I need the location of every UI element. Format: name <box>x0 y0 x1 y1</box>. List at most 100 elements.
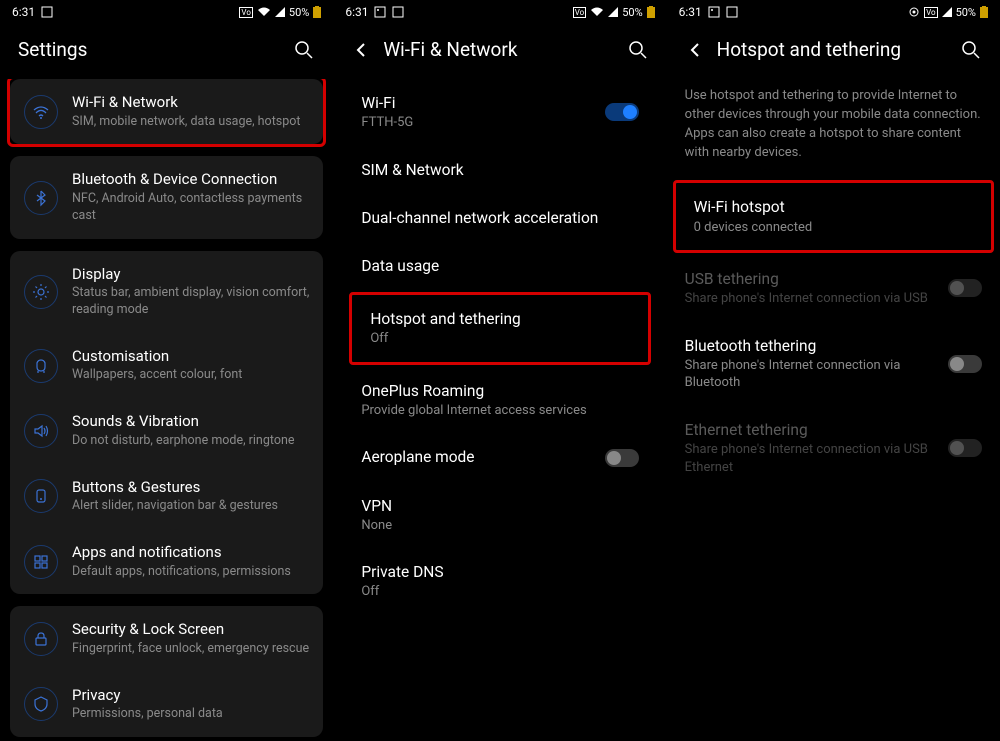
settings-item-sounds[interactable]: Sounds & Vibration Do not disturb, earph… <box>10 398 323 463</box>
bluetooth-tethering-toggle[interactable] <box>948 355 982 373</box>
item-title: Bluetooth & Device Connection <box>72 170 309 190</box>
screenshot-icon <box>41 6 53 18</box>
buttons-icon <box>24 479 58 513</box>
search-icon[interactable] <box>293 40 315 60</box>
item-bluetooth-tethering[interactable]: Bluetooth tethering Share phone's Intern… <box>667 322 1000 406</box>
item-title: Wi-Fi & Network <box>72 93 309 113</box>
item-hotspot-tethering[interactable]: Hotspot and tethering Off <box>352 295 647 362</box>
item-oneplus-roaming[interactable]: OnePlus Roaming Provide global Internet … <box>343 367 656 434</box>
wifi-toggle[interactable] <box>605 103 639 121</box>
item-wifi[interactable]: Wi-Fi FTTH-5G <box>343 79 656 146</box>
ethernet-tethering-toggle <box>948 439 982 457</box>
item-sub: Share phone's Internet connection via Bl… <box>685 357 948 392</box>
search-icon[interactable] <box>960 40 982 60</box>
item-title: Buttons & Gestures <box>72 478 309 498</box>
settings-item-bluetooth[interactable]: Bluetooth & Device Connection NFC, Andro… <box>10 156 323 238</box>
page-title: Wi-Fi & Network <box>383 38 626 61</box>
settings-item-apps[interactable]: Apps and notifications Default apps, not… <box>10 529 323 594</box>
item-title: Customisation <box>72 347 309 367</box>
item-title: Sounds & Vibration <box>72 412 309 432</box>
item-sub: Alert slider, navigation bar & gestures <box>72 498 309 515</box>
item-sub: Off <box>370 330 629 348</box>
page-title: Hotspot and tethering <box>717 38 960 61</box>
status-bar: 6:31 Vo 50% <box>0 0 333 24</box>
item-sub: NFC, Android Auto, contactless payments … <box>72 191 309 225</box>
bluetooth-icon <box>24 181 58 215</box>
item-vpn[interactable]: VPN None <box>343 482 656 549</box>
settings-item-buttons[interactable]: Buttons & Gestures Alert slider, navigat… <box>10 464 323 529</box>
item-aeroplane-mode[interactable]: Aeroplane mode <box>343 433 656 481</box>
item-title: Apps and notifications <box>72 543 309 563</box>
wifi-network-list: Wi-Fi FTTH-5G SIM & Network Dual-channel… <box>333 79 666 741</box>
item-sub: Default apps, notifications, permissions <box>72 564 309 581</box>
signal-icon <box>275 7 285 17</box>
settings-item-security[interactable]: Security & Lock Screen Fingerprint, face… <box>10 606 323 671</box>
item-sub: SIM, mobile network, data usage, hotspot <box>72 114 309 131</box>
item-private-dns[interactable]: Private DNS Off <box>343 548 656 615</box>
screenshot-icon <box>726 6 738 18</box>
item-title: Dual-channel network acceleration <box>361 208 638 228</box>
header: Settings <box>0 24 333 79</box>
hotspot-list: Use hotspot and tethering to provide Int… <box>667 79 1000 741</box>
status-bar: 6:31 Vo 50% <box>667 0 1000 24</box>
back-icon[interactable] <box>351 40 371 60</box>
aeroplane-toggle[interactable] <box>605 449 639 467</box>
wifi-status-icon <box>257 7 271 17</box>
status-time: 6:31 <box>679 5 702 19</box>
item-dual-channel[interactable]: Dual-channel network acceleration <box>343 194 656 242</box>
item-sub: Fingerprint, face unlock, emergency resc… <box>72 641 309 658</box>
wifi-status-icon <box>590 7 604 17</box>
item-title: Display <box>72 265 309 285</box>
battery-percent: 50% <box>956 6 976 19</box>
item-title: SIM & Network <box>361 160 638 180</box>
apps-icon <box>24 545 58 579</box>
item-sub: None <box>361 517 638 535</box>
item-sub: Do not disturb, earphone mode, ringtone <box>72 433 309 450</box>
lock-icon <box>24 622 58 656</box>
screenshot-icon <box>392 6 404 18</box>
hotspot-status-icon <box>908 6 920 18</box>
item-title: Security & Lock Screen <box>72 620 309 640</box>
item-sub: Provide global Internet access services <box>361 402 638 420</box>
usb-tethering-toggle <box>948 279 982 297</box>
status-time: 6:31 <box>12 5 35 19</box>
item-data-usage[interactable]: Data usage <box>343 242 656 290</box>
item-title: Private DNS <box>361 562 638 582</box>
description-text: Use hotspot and tethering to provide Int… <box>667 79 1000 178</box>
display-icon <box>24 275 58 309</box>
signal-icon <box>608 7 618 17</box>
battery-percent: 50% <box>622 6 642 19</box>
item-sub: 0 devices connected <box>694 219 973 237</box>
image-icon <box>708 6 720 18</box>
item-sub: Share phone's Internet connection via US… <box>685 290 948 308</box>
item-sim-network[interactable]: SIM & Network <box>343 146 656 194</box>
item-title: Hotspot and tethering <box>370 309 629 329</box>
header: Hotspot and tethering <box>667 24 1000 79</box>
volte-icon: Vo <box>573 7 586 18</box>
item-title: Data usage <box>361 256 638 276</box>
item-title: VPN <box>361 496 638 516</box>
item-title: Aeroplane mode <box>361 447 604 467</box>
settings-item-display[interactable]: Display Status bar, ambient display, vis… <box>10 251 323 333</box>
item-sub: Off <box>361 583 638 601</box>
status-bar: 6:31 Vo 50% <box>333 0 666 24</box>
wifi-icon <box>24 95 58 129</box>
volte-icon: Vo <box>239 7 252 18</box>
settings-list: Wi-Fi & Network SIM, mobile network, dat… <box>0 79 333 741</box>
item-sub: Status bar, ambient display, vision comf… <box>72 285 309 319</box>
header: Wi-Fi & Network <box>333 24 666 79</box>
item-title: Privacy <box>72 686 309 706</box>
item-title: Wi-Fi <box>361 93 604 113</box>
screen-settings: 6:31 Vo 50% Settings Wi-Fi & Network <box>0 0 333 741</box>
battery-icon <box>647 6 655 18</box>
settings-item-customisation[interactable]: Customisation Wallpapers, accent colour,… <box>10 333 323 398</box>
battery-percent: 50% <box>289 6 309 19</box>
item-ethernet-tethering: Ethernet tethering Share phone's Interne… <box>667 406 1000 490</box>
item-wifi-hotspot[interactable]: Wi-Fi hotspot 0 devices connected <box>676 183 991 250</box>
search-icon[interactable] <box>627 40 649 60</box>
settings-item-privacy[interactable]: Privacy Permissions, personal data <box>10 672 323 737</box>
settings-item-wifi-network[interactable]: Wi-Fi & Network SIM, mobile network, dat… <box>10 79 323 144</box>
back-icon[interactable] <box>685 40 705 60</box>
item-title: Ethernet tethering <box>685 420 948 440</box>
highlight-box: Wi-Fi hotspot 0 devices connected <box>673 180 994 253</box>
